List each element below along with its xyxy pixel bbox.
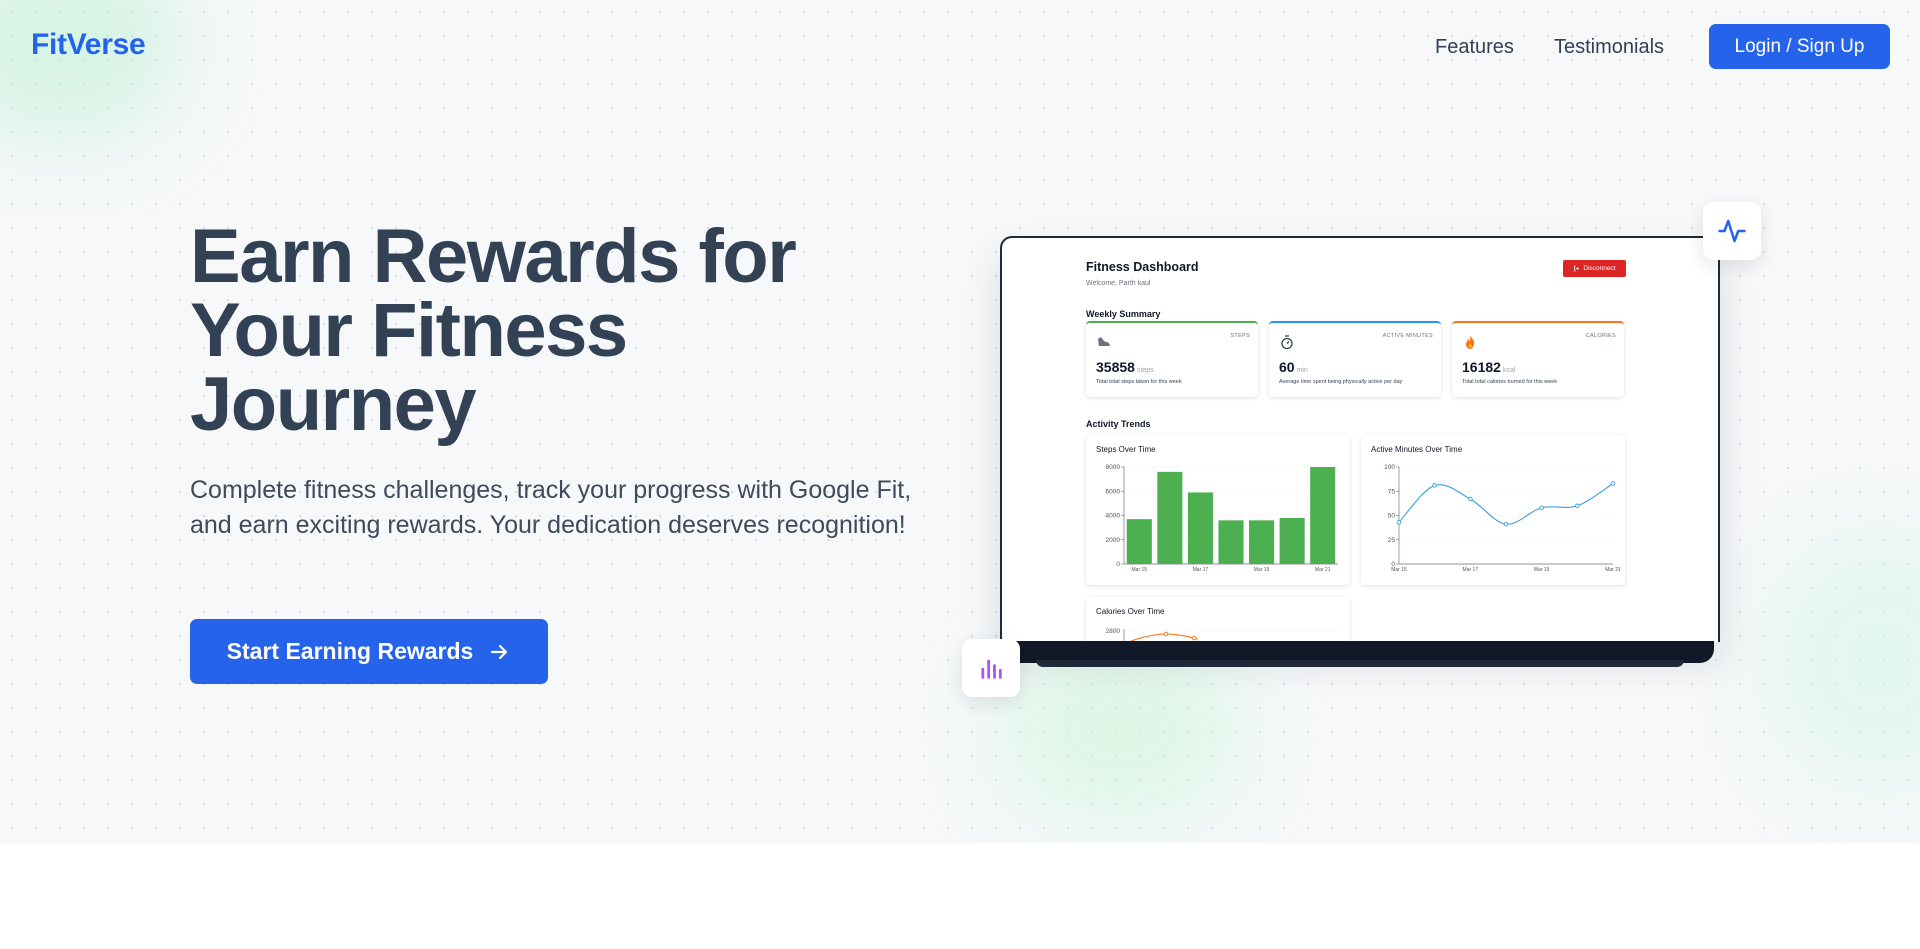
steps-stat-card: STEPS 35858 steps Total total steps taken… [1086,321,1258,397]
calories-line-chart: 2800 [1106,628,1338,642]
stat-value: 60 min [1279,359,1308,375]
calories-chart-card: Calories Over Time 2800 [1086,597,1350,642]
stat-description: Total total steps taken for this week [1096,379,1182,385]
calories-stat-card: CALORIES 16182 kcal Total total calories … [1452,321,1624,397]
series-line [1398,483,1614,525]
stat-description: Average time spent being physically acti… [1279,379,1403,385]
x-tick-label: Mar 15 [1391,567,1407,573]
nav-link-features[interactable]: Features [1435,36,1514,59]
active-minutes-line-chart: 0255075100Mar 15 Mar 17 Mar 19 Mar 21 [1384,464,1621,573]
data-point [1163,631,1169,637]
stat-label: STEPS [1230,333,1250,339]
stat-label: CALORIES [1585,333,1616,339]
bar [1249,520,1275,564]
y-tick-label: 100 [1384,464,1395,471]
stat-unit: kcal [1502,367,1516,374]
hero-section: FitVerse Features Testimonials Login / S… [0,0,1920,843]
active-minutes-chart-card: Active Minutes Over Time 0 25 50 75 100 Mar 1… [1361,435,1625,585]
activity-trends-title: Activity Trends [1086,419,1151,429]
y-tick-label: 2000 [1106,537,1121,544]
y-tick-label: 25 [1388,537,1396,544]
bar [1310,467,1336,564]
stat-description: Total total calories burned for this wee… [1462,379,1558,385]
brand-logo[interactable]: FitVerse [31,28,146,62]
dashboard-welcome: Welcome, Parth kaul [1086,280,1151,287]
stopwatch-icon [1281,335,1293,350]
disconnect-button[interactable]: Disconnect [1563,260,1626,277]
x-tick-label: Mar 17 [1463,567,1479,573]
y-tick-label: 75 [1388,488,1396,495]
nav-link-testimonials[interactable]: Testimonials [1554,36,1664,59]
activity-pulse-icon [1718,219,1746,243]
calories-value: 16182 [1462,359,1501,375]
data-point [1539,505,1544,510]
steps-value: 35858 [1096,359,1135,375]
stat-unit: steps [1136,367,1154,374]
shoe-icon [1098,337,1110,346]
hero-subtext: Complete fitness challenges, track your … [190,476,912,539]
y-tick-label: 6000 [1106,488,1121,495]
y-tick-label: 8000 [1106,464,1121,471]
bar-chart-icon [981,659,1002,679]
decorative-glow [1770,540,1920,780]
y-tick-label: 50 [1388,513,1396,520]
disconnect-label: Disconnect [1583,265,1616,272]
y-tick-label: 0 [1116,561,1120,568]
bar-chart-badge [962,639,1020,697]
x-tick-label: Mar 19 [1254,567,1270,573]
data-point [1610,481,1616,486]
bar [1157,471,1183,564]
stat-unit: min [1296,367,1308,374]
y-tick-label: 2800 [1106,628,1121,635]
laptop-foot [1036,660,1684,667]
bar [1279,517,1305,564]
data-point [1575,503,1580,509]
start-earning-button[interactable]: Start Earning Rewards [190,619,548,684]
data-point [1468,496,1473,502]
x-tick-label: Mar 15 [1132,567,1148,573]
laptop-screen: Fitness Dashboard Welcome, Parth kaul Di… [1000,236,1720,642]
data-point [1503,521,1509,527]
x-tick-label: Mar 21 [1605,567,1621,573]
stat-value: 35858 steps [1096,359,1154,375]
data-point [1191,635,1197,641]
steps-bar-chart: 0 2000 4000 6000 8000 Mar 15 Mar 17 Mar 19 Mar 2… [1106,464,1338,573]
logout-icon [1574,265,1580,272]
stat-value: 16182 kcal [1462,359,1515,375]
x-tick-label: Mar 17 [1193,567,1209,573]
arrow-right-icon [491,644,508,659]
activity-badge [1703,202,1761,260]
steps-chart-card: Steps Over Time 0 2000 4000 6000 8000 Mar 15 M… [1086,435,1350,585]
y-tick-label: 4000 [1106,513,1121,520]
fitness-dashboard-preview: Fitness Dashboard Welcome, Parth kaul Di… [1086,260,1626,642]
login-signup-button[interactable]: Login / Sign Up [1709,24,1890,69]
active-minutes-value: 60 [1279,359,1295,375]
x-tick-label: Mar 21 [1315,567,1331,573]
bar [1126,519,1152,564]
bar [1187,492,1213,564]
dashboard-title: Fitness Dashboard [1086,260,1199,274]
cta-label: Start Earning Rewards [226,638,474,664]
weekly-summary-title: Weekly Summary [1086,309,1161,319]
x-tick-label: Mar 19 [1534,567,1550,573]
active-minutes-stat-card: ACTIVE MINUTES 60 min Average time spent … [1269,321,1441,397]
stat-label: ACTIVE MINUTES [1382,333,1433,339]
flame-icon [1466,335,1475,349]
decorative-glow [1000,640,1240,820]
bar [1218,520,1244,564]
hero-headline: Earn Rewards for Your Fitness Journey [190,214,797,447]
decorative-glow [0,0,180,140]
data-point [1432,483,1437,488]
data-point [1396,520,1402,525]
